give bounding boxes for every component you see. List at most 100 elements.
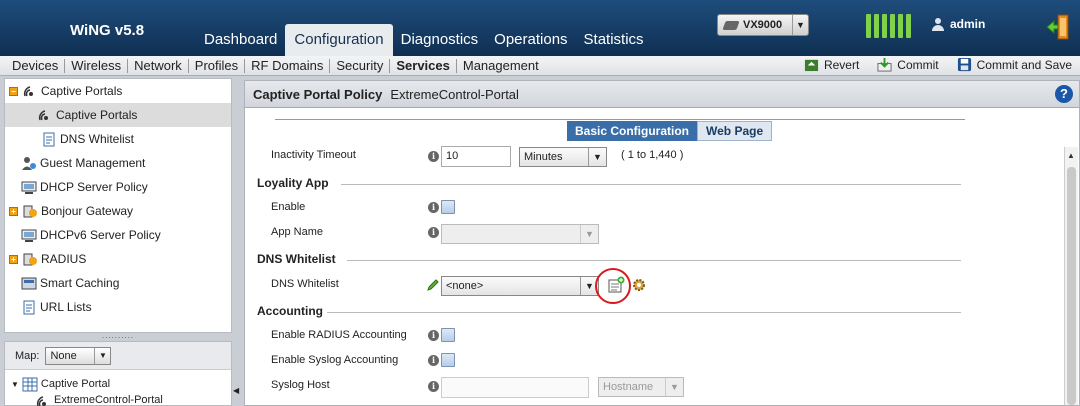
info-icon[interactable]: i [428, 227, 439, 238]
service-tree: − Captive Portals Captive Portals DNS Wh… [4, 78, 232, 333]
subnav-network[interactable]: Network [128, 58, 189, 73]
app-name-select[interactable]: ▼ [441, 224, 599, 244]
device-select-value: VX9000 [743, 19, 783, 31]
policy-panel: Captive Portal Policy ExtremeControl-Por… [244, 80, 1080, 406]
scrollbar-thumb[interactable] [1067, 167, 1076, 405]
config-tabs: Basic Configuration Web Page [567, 121, 773, 141]
syslog-host-input[interactable] [441, 377, 589, 398]
enable-syslog-accounting-label: Enable Syslog Accounting [271, 354, 399, 366]
inactivity-timeout-input[interactable]: 10 [441, 146, 511, 167]
tab-operations[interactable]: Operations [486, 24, 575, 56]
tree-item-guest-management[interactable]: Guest Management [5, 151, 231, 175]
vertical-scrollbar[interactable]: ▲ [1064, 147, 1078, 405]
guest-icon [22, 156, 36, 170]
main-nav: Dashboard Configuration Diagnostics Oper… [196, 24, 652, 56]
inactivity-unit-select[interactable]: Minutes ▼ [519, 147, 607, 167]
tab-dashboard[interactable]: Dashboard [196, 24, 285, 56]
app-title: WiNG v5.8 [70, 22, 145, 39]
expand-arrow-icon[interactable]: ▼ [11, 380, 19, 389]
panel-splitter[interactable]: .......... [4, 332, 232, 341]
tree-item-label: Captive Portals [56, 108, 138, 122]
info-icon[interactable]: i [428, 151, 439, 162]
pencil-icon[interactable] [427, 279, 439, 291]
wireless-portal-icon [38, 109, 48, 120]
tree-item-captive-portals-group[interactable]: − Captive Portals [5, 79, 231, 103]
tree-item-label: DNS Whitelist [60, 132, 135, 146]
subnav-services[interactable]: Services [390, 58, 457, 73]
tree-item-captive-portal-map[interactable]: ▼ Captive Portal [5, 372, 231, 396]
dns-whitelist-select[interactable]: <none> ▼ [441, 276, 599, 296]
info-icon[interactable]: i [428, 381, 439, 392]
chevron-down-icon: ▼ [792, 15, 808, 35]
inactivity-timeout-label: Inactivity Timeout [271, 149, 356, 161]
logout-icon[interactable] [1046, 14, 1070, 40]
gear-icon[interactable] [631, 277, 647, 293]
syslog-host-type-select[interactable]: Hostname ▼ [598, 377, 684, 397]
loyality-enable-checkbox[interactable] [441, 200, 455, 214]
save-icon [957, 57, 971, 72]
app-name-label: App Name [271, 226, 323, 238]
tree-item-smart-caching[interactable]: Smart Caching [5, 271, 231, 295]
tree-item-extremecontrol-portal[interactable]: ExtremeControl-Portal [5, 394, 231, 406]
tree-item-bonjour-gateway[interactable]: + Bonjour Gateway [5, 199, 231, 223]
enable-radius-accounting-label: Enable RADIUS Accounting [271, 329, 407, 341]
revert-button[interactable]: Revert [804, 57, 859, 72]
revert-icon [804, 59, 818, 72]
syslog-host-label: Syslog Host [271, 379, 330, 391]
subnav-devices[interactable]: Devices [6, 58, 66, 73]
tree-item-captive-portals[interactable]: Captive Portals [5, 103, 231, 127]
tree-item-label: DHCPv6 Server Policy [40, 228, 161, 242]
syslog-host-type-value: Hostname [603, 381, 654, 393]
commit-button[interactable]: Commit [877, 57, 939, 72]
user-menu[interactable]: admin [932, 17, 985, 31]
tree-item-dns-whitelist[interactable]: DNS Whitelist [5, 127, 231, 151]
loyality-app-heading: Loyality App [257, 176, 329, 190]
document-icon [43, 132, 55, 146]
subnav-profiles[interactable]: Profiles [189, 58, 246, 73]
device-icon [722, 20, 740, 30]
divider [347, 260, 961, 261]
dns-whitelist-value: <none> [446, 280, 484, 292]
dhcp-icon [21, 229, 37, 242]
info-icon[interactable]: i [428, 355, 439, 366]
expand-icon[interactable]: + [9, 254, 18, 264]
tree-item-label: DHCP Server Policy [40, 180, 148, 194]
subnav-wireless[interactable]: Wireless [65, 58, 129, 73]
map-select[interactable]: None ▼ [45, 346, 112, 365]
tab-web-page[interactable]: Web Page [697, 121, 773, 141]
left-scroll-arrow[interactable]: ◀ [233, 386, 241, 406]
commit-label: Commit [897, 57, 939, 72]
tab-basic-configuration[interactable]: Basic Configuration [567, 121, 698, 141]
device-select[interactable]: VX9000 ▼ [717, 14, 809, 36]
help-icon[interactable]: ? [1055, 85, 1073, 103]
panel-title-bar: Captive Portal Policy ExtremeControl-Por… [245, 81, 1079, 108]
dns-whitelist-label: DNS Whitelist [271, 278, 339, 290]
info-icon[interactable]: i [428, 330, 439, 341]
signal-bars-icon [866, 14, 911, 38]
expand-icon[interactable]: + [9, 206, 18, 216]
subnav-management[interactable]: Management [457, 58, 545, 73]
tab-diagnostics[interactable]: Diagnostics [393, 24, 487, 56]
commit-and-save-button[interactable]: Commit and Save [957, 57, 1072, 72]
cache-icon [21, 277, 37, 289]
collapse-icon[interactable]: − [9, 86, 18, 96]
radius-accounting-checkbox[interactable] [441, 328, 455, 342]
divider [327, 312, 961, 313]
map-toolbar: Map: None ▼ [5, 342, 231, 370]
scroll-up-icon[interactable]: ▲ [1067, 151, 1075, 160]
tree-item-url-lists[interactable]: URL Lists [5, 295, 231, 319]
user-name: admin [950, 17, 986, 31]
tab-statistics[interactable]: Statistics [576, 24, 652, 56]
tab-configuration[interactable]: Configuration [285, 24, 393, 56]
info-icon[interactable]: i [428, 202, 439, 213]
tree-item-radius[interactable]: + RADIUS [5, 247, 231, 271]
map-panel: Map: None ▼ ▼ Captive Portal ExtremeCont… [4, 341, 232, 406]
tree-item-label: Smart Caching [40, 276, 120, 290]
syslog-accounting-checkbox[interactable] [441, 353, 455, 367]
tree-item-dhcpv6-server-policy[interactable]: DHCPv6 Server Policy [5, 223, 231, 247]
tree-item-dhcp-server-policy[interactable]: DHCP Server Policy [5, 175, 231, 199]
subnav-rf-domains[interactable]: RF Domains [245, 58, 331, 73]
commit-and-save-label: Commit and Save [976, 57, 1072, 72]
divider [341, 184, 961, 185]
subnav-security[interactable]: Security [330, 58, 391, 73]
